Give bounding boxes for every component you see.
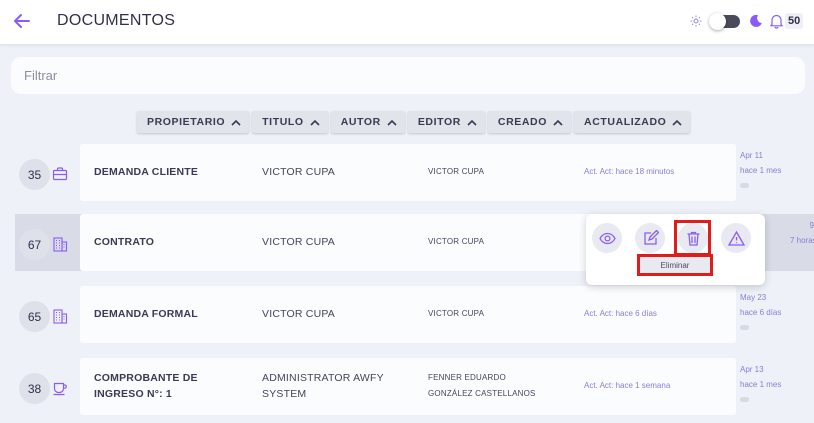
created-ago: hace 1 mes bbox=[740, 380, 782, 389]
report-button[interactable] bbox=[721, 223, 751, 253]
briefcase-icon bbox=[52, 167, 68, 181]
sort-label: PROPIETARIO bbox=[147, 116, 226, 128]
edit-button[interactable] bbox=[635, 223, 665, 253]
document-author: VICTOR CUPA bbox=[428, 167, 485, 176]
document-number-badge: 35 bbox=[19, 159, 50, 190]
document-updated: Act. Act: hace 6 días bbox=[584, 309, 657, 318]
sort-label: EDITOR bbox=[417, 116, 461, 128]
document-dates: May 23 hace 6 días bbox=[740, 290, 814, 335]
created-date: 9 bbox=[809, 221, 814, 230]
warning-icon bbox=[727, 230, 745, 246]
moon-icon bbox=[750, 14, 762, 27]
sort-actualizado-button[interactable]: ACTUALIZADO bbox=[574, 111, 691, 133]
sort-label: AUTOR bbox=[340, 116, 381, 128]
document-number-badge: 65 bbox=[19, 301, 50, 332]
document-owner: VICTOR CUPA bbox=[262, 308, 335, 320]
sort-editor-button[interactable]: EDITOR bbox=[407, 111, 485, 133]
chevron-up-icon bbox=[672, 119, 683, 126]
document-card[interactable]: DEMANDA CLIENTE VICTOR CUPA VICTOR CUPA … bbox=[80, 144, 736, 201]
tooltip-highlight-box bbox=[637, 254, 713, 276]
document-dates: 9 7 horas bbox=[790, 218, 814, 248]
chevron-up-icon bbox=[467, 119, 477, 126]
sort-bar: PROPIETARIO TITULO AUTOR EDITOR CREADO A… bbox=[137, 111, 691, 133]
building-icon bbox=[53, 237, 68, 252]
sun-icon bbox=[690, 15, 702, 27]
sort-creado-button[interactable]: CREADO bbox=[487, 111, 572, 133]
document-author: VICTOR CUPA bbox=[428, 237, 485, 246]
view-button[interactable] bbox=[592, 223, 622, 253]
document-number-badge: 67 bbox=[19, 229, 50, 260]
sort-label: TITULO bbox=[262, 116, 304, 128]
document-row: 35 DEMANDA CLIENTE VICTOR CUPA VICTOR CU… bbox=[0, 144, 814, 201]
document-card[interactable]: DEMANDA FORMAL VICTOR CUPA VICTOR CUPA A… bbox=[80, 286, 736, 343]
chevron-up-icon bbox=[387, 119, 397, 126]
document-owner: VICTOR CUPA bbox=[262, 236, 335, 248]
toggle-knob bbox=[709, 13, 726, 30]
eye-icon bbox=[598, 232, 616, 244]
document-owner: ADMINISTRATOR AWFY SYSTEM bbox=[262, 372, 384, 400]
theme-toggle[interactable] bbox=[709, 13, 740, 30]
document-row: 65 DEMANDA FORMAL VICTOR CUPA VICTOR CUP… bbox=[0, 286, 814, 343]
sort-label: ACTUALIZADO bbox=[584, 116, 667, 128]
document-card[interactable]: COMPROBANTE DE INGRESO N°: 1 ADMINISTRAT… bbox=[80, 358, 736, 415]
document-author: VICTOR CUPA bbox=[428, 309, 485, 318]
document-number-badge: 38 bbox=[19, 373, 50, 404]
document-dates: Apr 11 hace 1 mes bbox=[740, 148, 814, 193]
status-dot bbox=[740, 183, 749, 188]
top-bar: DOCUMENTOS 50 bbox=[0, 0, 814, 45]
status-dot bbox=[740, 325, 749, 330]
chevron-up-icon bbox=[553, 119, 563, 126]
created-date: Apr 13 bbox=[740, 365, 764, 374]
author-line: GONZÁLEZ CASTELLANOS bbox=[428, 389, 536, 398]
actions-popup: Eliminar bbox=[586, 214, 765, 285]
chevron-up-icon bbox=[231, 119, 241, 126]
building-icon bbox=[53, 309, 68, 324]
document-updated: Act. Act: hace 1 semana bbox=[584, 381, 671, 390]
notification-count: 50 bbox=[785, 13, 804, 29]
created-date: May 23 bbox=[740, 293, 767, 302]
document-updated: Act. Act: hace 18 minutos bbox=[584, 167, 675, 176]
bell-icon[interactable] bbox=[769, 13, 784, 29]
document-title: CONTRATO bbox=[94, 236, 155, 248]
sort-autor-button[interactable]: AUTOR bbox=[330, 111, 405, 133]
document-title: COMPROBANTE DE INGRESO N°: 1 bbox=[94, 372, 198, 400]
back-arrow-icon[interactable] bbox=[12, 11, 32, 31]
document-row: 38 COMPROBANTE DE INGRESO N°: 1 ADMINIST… bbox=[0, 358, 814, 415]
status-dot bbox=[740, 397, 749, 402]
edit-icon bbox=[643, 229, 659, 245]
document-dates: Apr 13 hace 1 mes bbox=[740, 362, 814, 407]
sort-propietario-button[interactable]: PROPIETARIO bbox=[137, 111, 250, 133]
document-title: DEMANDA FORMAL bbox=[94, 308, 198, 320]
author-line: FENNER EDUARDO bbox=[428, 373, 506, 382]
sort-titulo-button[interactable]: TITULO bbox=[252, 111, 328, 133]
cup-icon bbox=[53, 382, 67, 396]
created-ago: hace 6 días bbox=[740, 308, 782, 317]
created-ago: hace 1 mes bbox=[740, 166, 782, 175]
chevron-up-icon bbox=[310, 119, 320, 126]
page-title: DOCUMENTOS bbox=[57, 12, 176, 29]
document-owner: VICTOR CUPA bbox=[262, 166, 335, 178]
document-title: DEMANDA CLIENTE bbox=[94, 166, 199, 178]
sort-label: CREADO bbox=[497, 116, 548, 128]
filter-input[interactable] bbox=[11, 57, 805, 94]
created-date: Apr 11 bbox=[740, 151, 763, 160]
document-author: FENNER EDUARDO GONZÁLEZ CASTELLANOS bbox=[428, 370, 588, 402]
created-ago: 7 horas bbox=[790, 236, 814, 245]
delete-highlight-box bbox=[674, 220, 711, 256]
